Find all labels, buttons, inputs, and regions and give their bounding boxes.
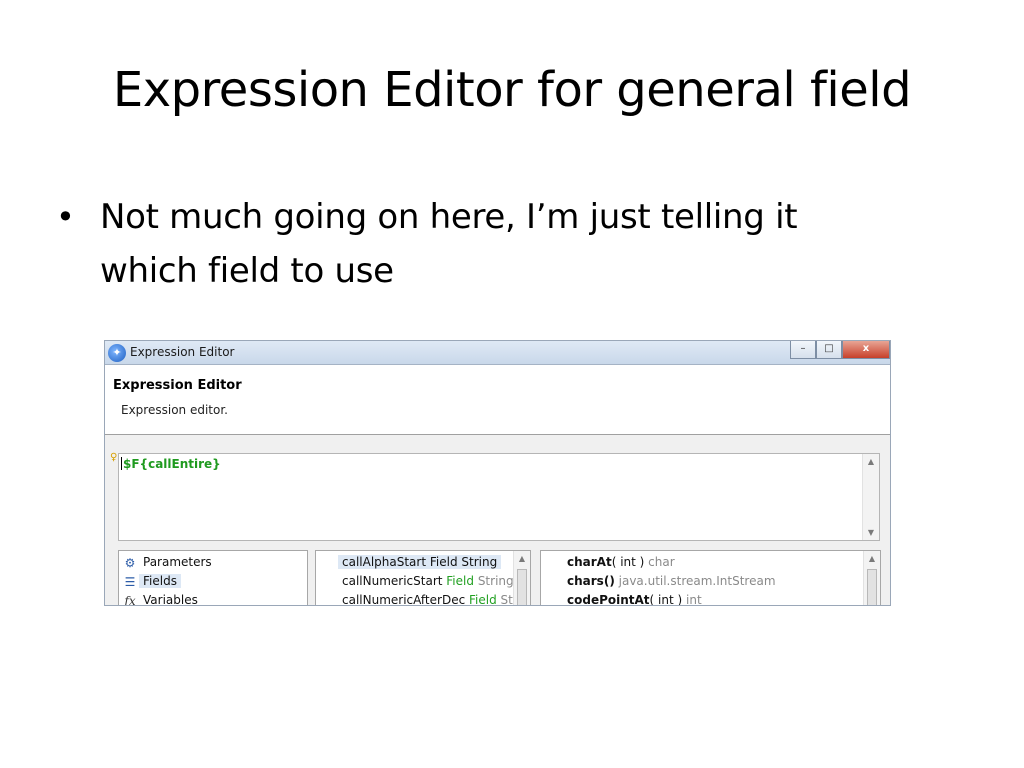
scroll-thumb[interactable]	[517, 569, 527, 605]
bullet-list: • Not much going on here, I’m just telli…	[56, 190, 956, 298]
expression-input[interactable]: $F{callEntire} ▲ ▼	[118, 453, 880, 541]
variables-icon: fx	[124, 594, 136, 606]
list-item[interactable]: callAlphaStart Field String	[338, 553, 502, 572]
lightbulb-icon: ♀	[110, 452, 118, 463]
window-title: Expression Editor	[130, 345, 235, 359]
list-item[interactable]: chars() java.util.stream.IntStream	[567, 572, 776, 591]
list-item[interactable]: codePointAt( int ) int	[567, 591, 702, 605]
list-item[interactable]: fx Variables	[124, 591, 197, 605]
field-list: callAlphaStart Field String callNumericS…	[315, 550, 531, 605]
bullet-dot: •	[56, 198, 75, 236]
dialog-header-description: Expression editor.	[121, 403, 228, 417]
maximize-icon[interactable]: □	[816, 341, 842, 359]
scroll-up-icon[interactable]: ▲	[864, 554, 880, 563]
slide-title: Expression Editor for general field	[112, 62, 912, 118]
window-titlebar[interactable]: ✦ Expression Editor – □ x	[105, 341, 890, 365]
dialog-header: Expression Editor Expression editor.	[105, 365, 890, 435]
expression-text: $F{callEntire}	[121, 457, 221, 471]
list-item[interactable]: callNumericStart Field String	[342, 572, 514, 591]
window-controls: – □ x	[790, 341, 890, 359]
list-item[interactable]: charAt( int ) char	[567, 553, 675, 572]
app-icon: ✦	[108, 344, 126, 362]
list-item[interactable]: ⚙ Parameters	[125, 553, 212, 572]
category-list: ⚙ Parameters ☰ Fields fx Variables	[118, 550, 308, 605]
scroll-down-icon[interactable]: ▼	[863, 528, 879, 537]
parameters-icon: ⚙	[124, 556, 136, 570]
expression-scrollbar[interactable]: ▲ ▼	[862, 454, 879, 540]
expression-editor-window: ✦ Expression Editor – □ x Expression Edi…	[104, 340, 891, 606]
method-list-scrollbar[interactable]: ▲	[863, 551, 880, 605]
list-item[interactable]: callNumericAfterDec Field Stri	[342, 591, 521, 605]
method-list: charAt( int ) char chars() java.util.str…	[540, 550, 881, 605]
close-icon[interactable]: x	[842, 341, 890, 359]
scroll-up-icon[interactable]: ▲	[863, 457, 879, 466]
minimize-icon[interactable]: –	[790, 341, 816, 359]
scroll-thumb[interactable]	[867, 569, 877, 605]
text-caret	[121, 457, 122, 470]
dialog-header-title: Expression Editor	[113, 378, 242, 393]
fields-icon: ☰	[124, 575, 136, 589]
field-list-scrollbar[interactable]: ▲	[513, 551, 530, 605]
bullet-text: Not much going on here, I’m just telling…	[100, 197, 798, 291]
bullet-item: • Not much going on here, I’m just telli…	[56, 190, 956, 298]
scroll-up-icon[interactable]: ▲	[514, 554, 530, 563]
list-item[interactable]: ☰ Fields	[125, 572, 181, 591]
